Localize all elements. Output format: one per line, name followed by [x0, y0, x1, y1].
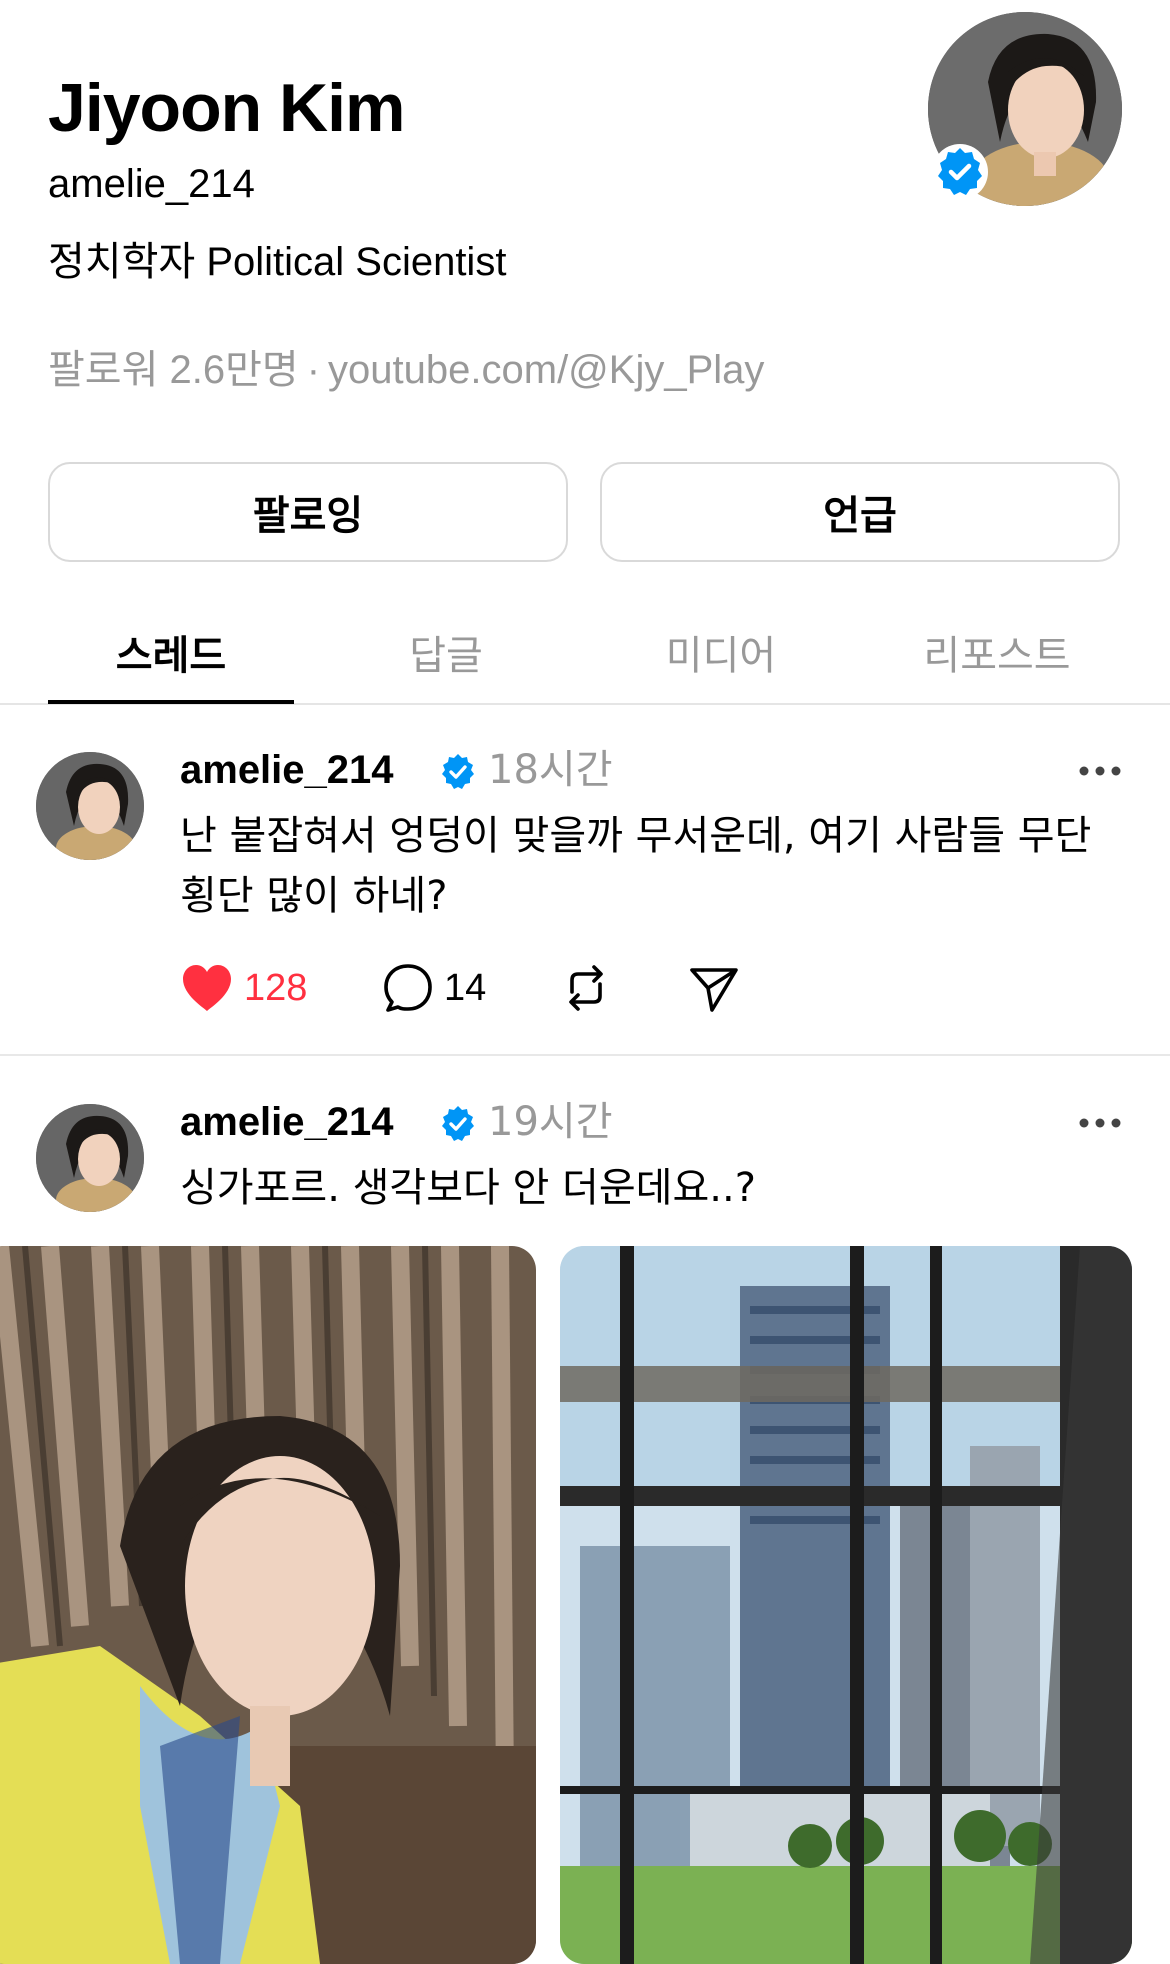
post-timestamp: 18시간 — [488, 747, 613, 793]
followers-count[interactable]: 팔로워 2.6만명 — [48, 348, 299, 392]
tab-media[interactable]: 미디어 — [598, 600, 844, 704]
verified-badge-icon — [442, 754, 474, 789]
post-username[interactable]: amelie_214 — [180, 1098, 394, 1146]
tab-threads[interactable]: 스레드 — [48, 600, 294, 704]
profile-name: Jiyoon Kim — [48, 70, 405, 146]
verified-badge-icon — [442, 1106, 474, 1141]
comment-count: 14 — [444, 966, 487, 1009]
mention-button[interactable]: 언급 — [600, 462, 1120, 562]
profile-meta: 팔로워 2.6만명 · youtube.com/@Kjy_Play — [48, 346, 764, 394]
comment-button[interactable]: 14 — [382, 956, 486, 1020]
meta-separator: · — [306, 348, 321, 392]
tab-replies[interactable]: 답글 — [323, 600, 569, 704]
post-divider — [0, 1054, 1170, 1056]
like-button[interactable]: 128 — [180, 956, 307, 1020]
active-tab-indicator — [48, 700, 294, 704]
repost-button[interactable] — [560, 956, 612, 1020]
like-count: 128 — [244, 966, 308, 1009]
following-button[interactable]: 팔로잉 — [48, 462, 568, 562]
post-text: 싱가포르. 생각보다 안 더운데요..? — [180, 1165, 756, 1211]
comment-icon — [384, 964, 432, 1012]
more-options-icon[interactable] — [1078, 1116, 1122, 1130]
post-avatar[interactable] — [36, 1104, 144, 1212]
profile-handle: amelie_214 — [48, 162, 255, 206]
post-photo-selfie[interactable] — [0, 1246, 536, 1964]
profile-link[interactable]: youtube.com/@Kjy_Play — [328, 348, 764, 392]
post-username[interactable]: amelie_214 — [180, 746, 394, 794]
profile-bio: 정치학자 Political Scientist — [48, 240, 507, 284]
more-options-icon[interactable] — [1078, 764, 1122, 778]
post-timestamp: 19시간 — [488, 1099, 613, 1145]
tab-reposts[interactable]: 리포스트 — [874, 600, 1120, 704]
post-photo-buildings[interactable] — [560, 1246, 1132, 1964]
heart-icon — [183, 965, 231, 1011]
post-avatar[interactable] — [36, 752, 144, 860]
post-text: 난 붙잡혀서 엉덩이 맞을까 무서운데, 여기 사람들 무단횡단 많이 하네? — [180, 813, 1092, 919]
send-icon — [690, 968, 738, 1012]
share-button[interactable] — [688, 956, 740, 1020]
verified-badge-icon — [932, 144, 988, 200]
repost-icon — [569, 965, 603, 1011]
profile-tabs: 스레드 답글 미디어 리포스트 — [48, 600, 1120, 704]
